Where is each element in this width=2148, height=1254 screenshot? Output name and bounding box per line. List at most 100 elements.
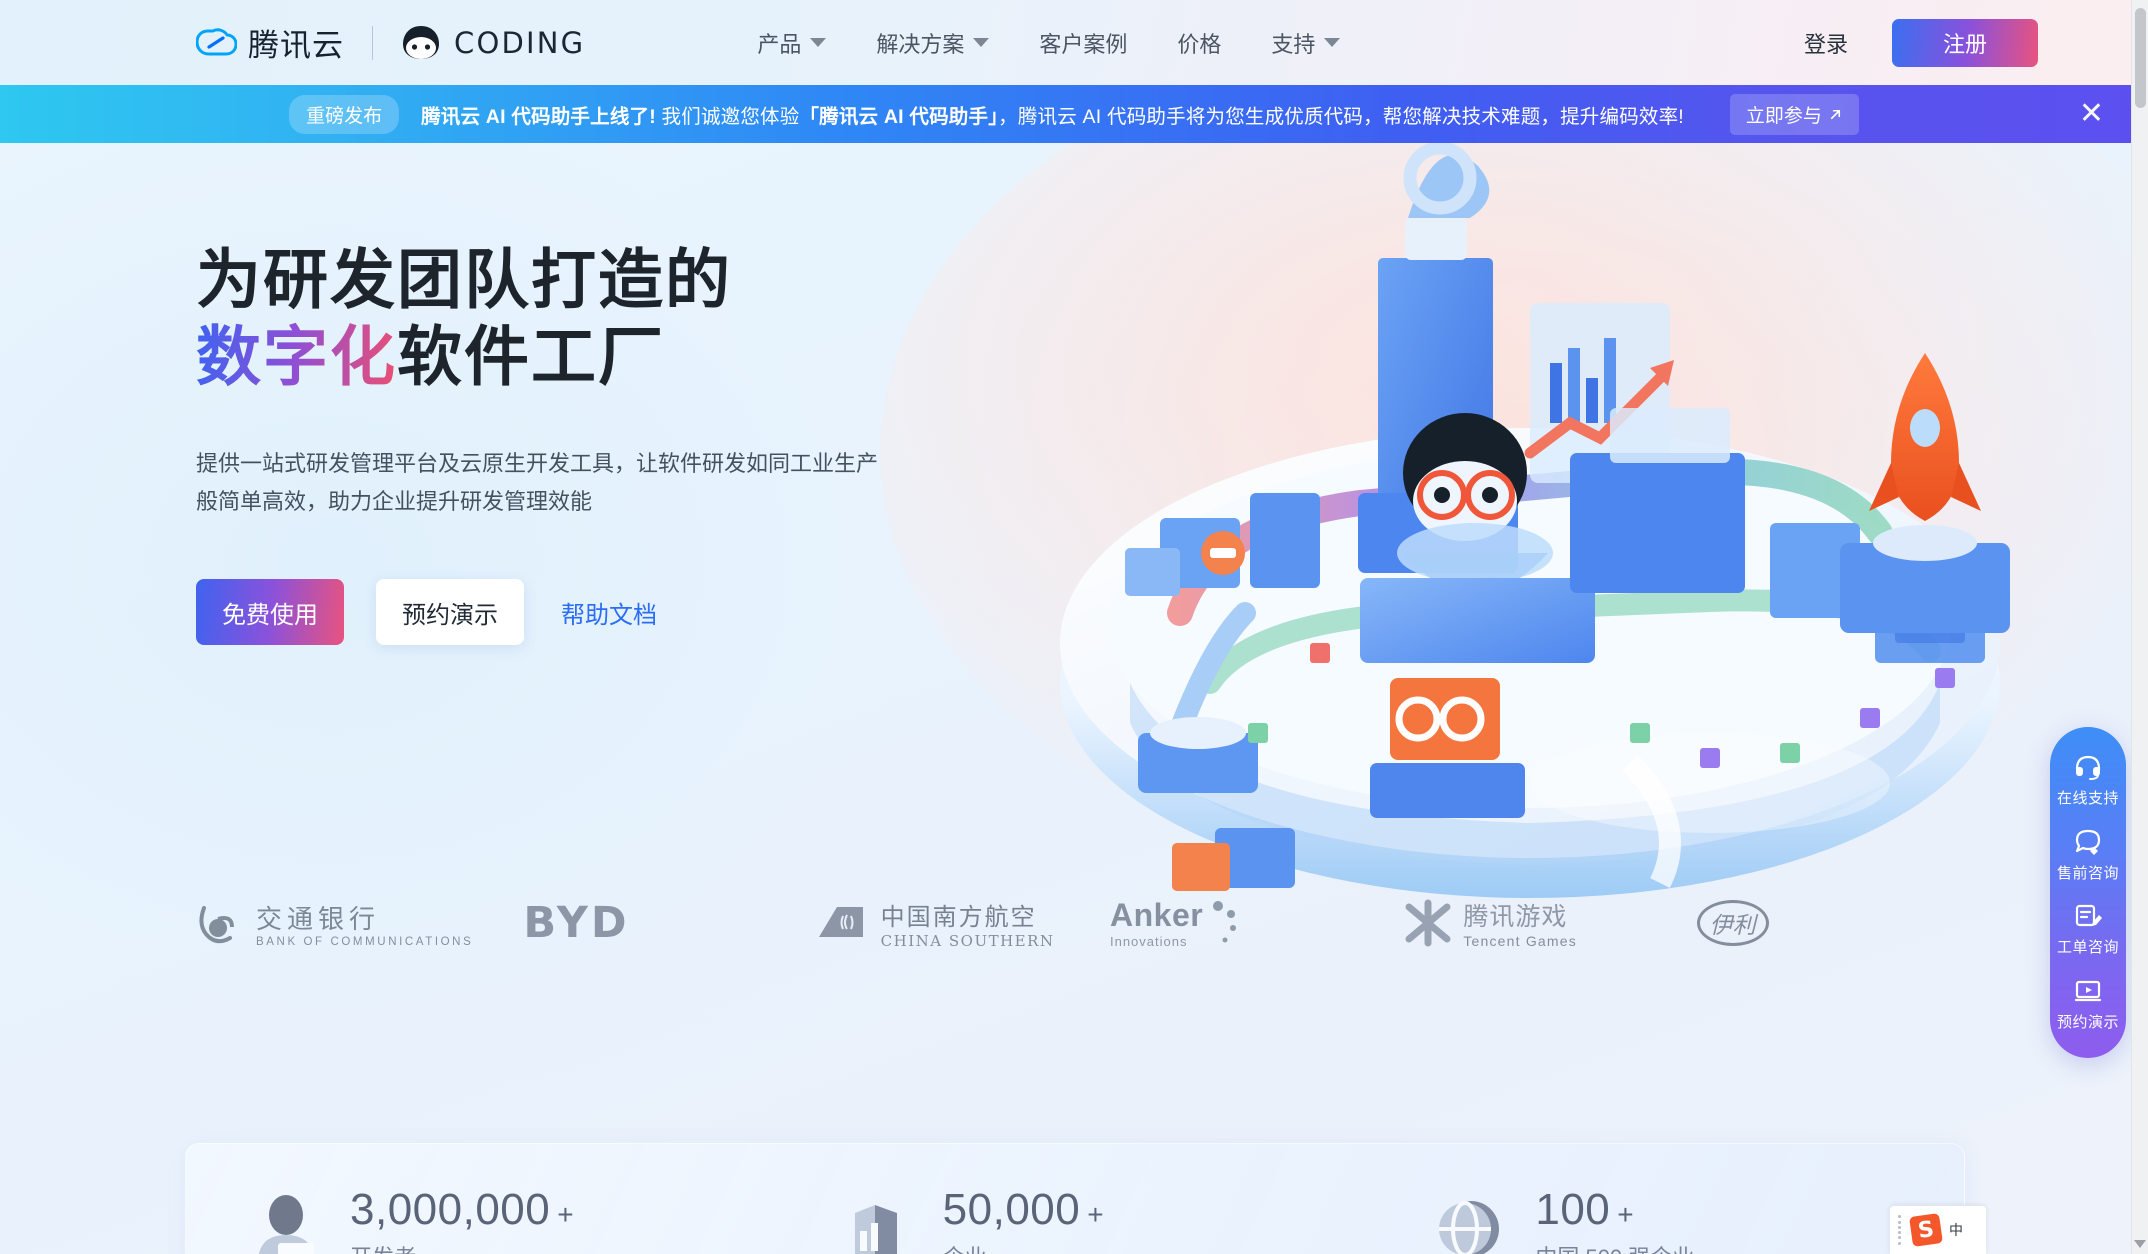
scrollbar-down-arrow-icon[interactable] — [2134, 1240, 2146, 1248]
arrow-up-right-icon — [1830, 109, 1840, 119]
floating-support-bar: 在线支持 售前咨询 工单咨询 预约演示 — [2050, 727, 2126, 1058]
partner-logo-byd: BYD — [489, 898, 816, 948]
banner-text-mid: 我们诚邀您体验 — [655, 105, 800, 128]
chat-bubble-icon — [2075, 829, 2101, 855]
ime-mode-label[interactable]: 中 — [1949, 1222, 1963, 1238]
headline-line-2: 数字化软件工厂 — [196, 320, 956, 397]
nav-item-pricing[interactable]: 价格 — [1152, 27, 1246, 59]
coding-name: CODING — [454, 25, 586, 60]
page-scrollbar[interactable] — [2131, 0, 2148, 1254]
main-navigation: 产品 解决方案 客户案例 价格 支持 — [732, 27, 1365, 59]
ticket-edit-icon — [2075, 905, 2102, 927]
nav-item-products[interactable]: 产品 — [732, 27, 851, 59]
nav-label: 客户案例 — [1039, 31, 1128, 57]
announcement-banner: 重磅发布 腾讯云 AI 代码助手上线了! 我们诚邀您体验「腾讯云 AI 代码助手… — [0, 85, 2148, 143]
partner-logo-china-southern: 中国南方航空 CHINA SOUTHERN — [817, 897, 1110, 950]
banner-cta-button[interactable]: 立即参与 — [1729, 93, 1859, 135]
stat-value: 3,000,000 — [350, 1184, 551, 1234]
partner-logo-yili: 伊利 — [1696, 900, 1990, 946]
tencent-cloud-mark-icon — [195, 27, 238, 59]
partner-logo-label-en: CHINA SOUTHERN — [880, 931, 1055, 950]
hero-subtitle: 提供一站式研发管理平台及云原生开发工具，让软件研发如同工业生产般简单高效，助力企… — [196, 451, 879, 515]
partner-logo-label-en: Innovations — [1109, 934, 1188, 949]
partner-logo-bank-of-communications: 交通银行 BANK OF COMMUNICATIONS — [196, 899, 489, 948]
globe-icon — [1439, 1200, 1500, 1254]
hero-section: 为研发团队打造的 数字化软件工厂 提供一站式研发管理平台及云原生开发工具，让软件… — [0, 143, 2148, 1254]
chevron-down-icon — [810, 38, 827, 47]
headline-gradient-text: 数字化 — [196, 319, 398, 395]
headline-line-1: 为研发团队打造的 — [196, 243, 733, 318]
book-demo-button[interactable]: 预约演示 — [376, 579, 524, 646]
support-item-label: 在线支持 — [2056, 789, 2119, 807]
hero-illustration — [1010, 143, 2070, 963]
coding-mascot-icon — [401, 25, 441, 61]
nav-item-customer-cases[interactable]: 客户案例 — [1014, 27, 1152, 59]
stat-label: 开发者 — [350, 1240, 574, 1254]
stat-number: 50,000 + — [942, 1184, 1104, 1234]
nav-label: 产品 — [757, 31, 802, 57]
support-item-label: 预约演示 — [2056, 1014, 2119, 1032]
stat-text: 3,000,000+ 开发者 — [350, 1184, 575, 1254]
header-actions: 登录 注册 — [1804, 18, 2038, 67]
headline-rest-text: 软件工厂 — [397, 319, 666, 395]
nav-label: 解决方案 — [876, 31, 965, 57]
partner-logo-label-cn: 伊利 — [1696, 900, 1769, 946]
banner-badge: 重磅发布 — [289, 94, 400, 134]
hero-copy: 为研发团队打造的 数字化软件工厂 提供一站式研发管理平台及云原生开发工具，让软件… — [196, 243, 956, 646]
partner-logo-strip: 交通银行 BANK OF COMMUNICATIONS BYD 中国南方航空 C… — [0, 883, 1990, 963]
support-item-online-support[interactable]: 在线支持 — [2057, 753, 2119, 808]
banner-text-tail: ，腾讯云 AI 代码助手将为您生成优质代码，帮您解决技术难题，提升编码效率! — [998, 105, 1684, 128]
partner-logo-tencent-games: 腾讯游戏 Tencent Games — [1403, 897, 1696, 949]
stats-card: 3,000,000+ 开发者 50,000+ 企业 — [185, 1143, 1965, 1254]
stat-plus: + — [1617, 1198, 1635, 1230]
partner-logo-label-en: BANK OF COMMUNICATIONS — [256, 935, 474, 948]
help-docs-link[interactable]: 帮助文档 — [561, 595, 657, 630]
video-play-icon — [2074, 981, 2102, 1002]
china-southern-tail-icon — [818, 907, 863, 937]
stat-plus: + — [557, 1198, 575, 1230]
nav-label: 支持 — [1271, 31, 1316, 57]
page-root: 腾讯云 CODING 产品 解决方案 客户案例 价格 支持 登录 注册 重磅发布… — [0, 0, 2148, 1254]
coding-logo[interactable]: CODING — [401, 25, 585, 61]
scrollbar-thumb[interactable] — [2135, 8, 2146, 108]
login-link[interactable]: 登录 — [1804, 27, 1848, 59]
banner-message: 腾讯云 AI 代码助手上线了! 我们诚邀您体验「腾讯云 AI 代码助手」，腾讯云… — [421, 100, 1684, 129]
user-icon — [258, 1194, 314, 1254]
partner-logo-label-cn: 交通银行 — [256, 904, 381, 935]
support-item-book-demo[interactable]: 预约演示 — [2057, 977, 2119, 1032]
banner-content: 重磅发布 腾讯云 AI 代码助手上线了! 我们诚邀您体验「腾讯云 AI 代码助手… — [289, 93, 1859, 135]
close-icon[interactable]: ✕ — [2079, 99, 2104, 129]
stat-value: 100 — [1535, 1184, 1611, 1234]
partner-logo-label-cn: BYD — [523, 898, 630, 948]
partner-logo-anker: Anker Innovations — [1110, 897, 1403, 949]
support-item-ticket[interactable]: 工单咨询 — [2057, 902, 2119, 957]
stat-number: 100 + — [1535, 1184, 1694, 1234]
register-button[interactable]: 注册 — [1892, 18, 2038, 67]
chevron-down-icon — [1324, 38, 1341, 47]
nav-label: 价格 — [1177, 31, 1222, 57]
banner-text-lead: 腾讯云 AI 代码助手上线了! — [421, 105, 656, 128]
partner-logo-label-cn: 中国南方航空 — [880, 902, 1037, 931]
tencent-games-mark-icon — [1405, 899, 1451, 947]
nav-item-support[interactable]: 支持 — [1246, 27, 1365, 59]
tencent-cloud-name: 腾讯云 — [248, 28, 344, 64]
partner-logo-label-en: Tencent Games — [1463, 933, 1577, 949]
page-title: 为研发团队打造的 数字化软件工厂 — [196, 243, 956, 396]
support-item-presales[interactable]: 售前咨询 — [2057, 828, 2119, 883]
stat-fortune-500: 100+ 中国 500 强企业 — [1371, 1184, 1964, 1254]
ime-toolbar[interactable]: S 中 — [1890, 1206, 1986, 1254]
building-chart-icon — [854, 1204, 897, 1254]
support-item-label: 售前咨询 — [2056, 864, 2119, 882]
ime-drag-handle[interactable] — [1898, 1213, 1903, 1247]
free-trial-button[interactable]: 免费使用 — [196, 579, 344, 646]
nav-item-solutions[interactable]: 解决方案 — [851, 27, 1014, 59]
chevron-down-icon — [973, 38, 990, 47]
headset-icon — [2075, 755, 2101, 780]
partner-logo-label-cn: Anker — [1109, 897, 1204, 933]
hero-action-buttons: 免费使用 预约演示 帮助文档 — [196, 579, 956, 646]
banner-cta-label: 立即参与 — [1745, 105, 1822, 127]
stat-value: 50,000 — [942, 1184, 1081, 1234]
sogou-logo-icon[interactable]: S — [1909, 1213, 1943, 1247]
support-item-label: 工单咨询 — [2056, 939, 2119, 957]
tencent-cloud-logo[interactable]: 腾讯云 — [195, 20, 344, 65]
